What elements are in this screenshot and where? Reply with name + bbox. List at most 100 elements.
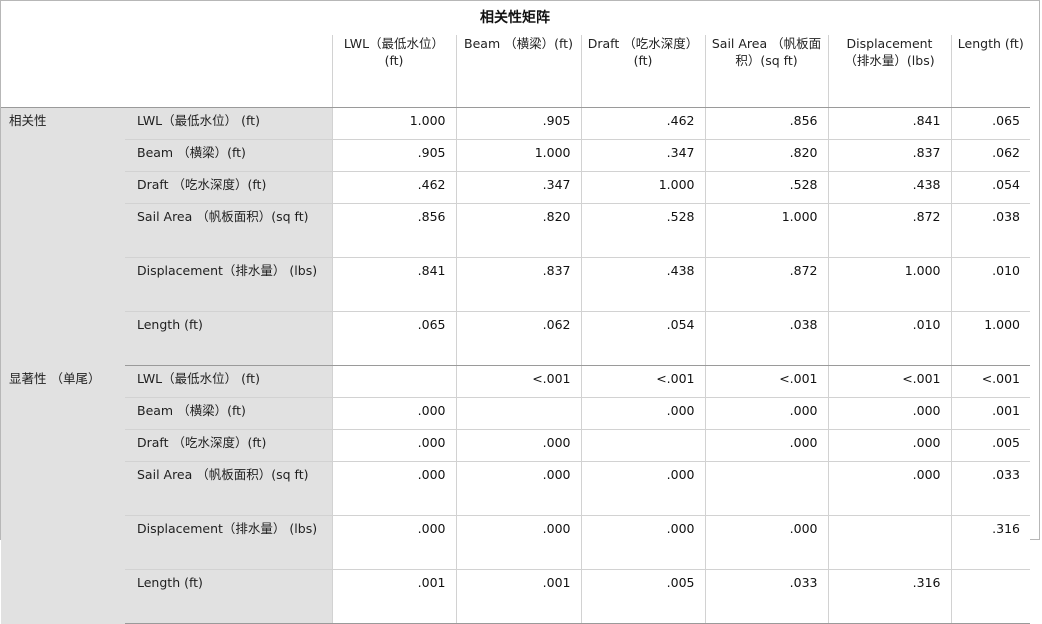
table-cell: [580, 429, 705, 462]
table-cell: .065: [331, 311, 456, 366]
row-label: Draft （吃水深度）(ft): [125, 429, 332, 462]
table-row: Displacement（排水量） (lbs) .000 .000 .000 .…: [1, 515, 1030, 570]
table-row: 显著性 （单尾） LWL（最低水位） (ft) <.001 <.001 <.00…: [1, 365, 1030, 624]
table-frame: 相关性矩阵 LWL（最低水位）(ft) Beam （横梁）(ft) Draft …: [0, 0, 1040, 624]
table-cell: .856: [331, 203, 456, 258]
table-cell: <.001: [704, 365, 828, 398]
table-cell: .000: [704, 429, 828, 462]
table-row: Draft （吃水深度）(ft) .000 .000 .000 .000 .00…: [1, 429, 1030, 462]
table-cell: .010: [827, 311, 951, 366]
table-row: Displacement（排水量） (lbs) .841 .837 .438 .…: [1, 257, 1030, 312]
table-cell: .000: [827, 461, 951, 516]
section-label-significance: 显著性 （单尾）: [1, 365, 125, 624]
table-cell: .000: [455, 515, 581, 570]
row-label: LWL（最低水位） (ft): [125, 107, 332, 140]
table-cell: <.001: [455, 365, 581, 398]
row-label: Displacement（排水量） (lbs): [125, 515, 332, 570]
column-header: Sail Area （帆板面积）(sq ft): [704, 35, 828, 108]
table-cell: .001: [455, 569, 581, 624]
table-cell: 1.000: [827, 257, 951, 312]
table-cell: .316: [950, 515, 1030, 570]
table-cell: .820: [704, 139, 828, 172]
table-cell: .872: [827, 203, 951, 258]
table-row: Length (ft) .001 .001 .005 .033 .316: [1, 569, 1030, 624]
column-header: Displacement（排水量）(lbs): [827, 35, 951, 108]
table-cell: .000: [827, 397, 951, 430]
row-label: LWL（最低水位） (ft): [125, 365, 332, 398]
table-cell: .820: [455, 203, 581, 258]
header-corner-label: [125, 35, 332, 108]
table-cell: .528: [580, 203, 705, 258]
row-label: Beam （横梁）(ft): [125, 139, 332, 172]
table-cell: .062: [950, 139, 1030, 172]
table-row: Length (ft) .065 .062 .054 .038 .010 1.0…: [1, 311, 1030, 366]
table-cell: .054: [580, 311, 705, 366]
table-cell: .905: [331, 139, 456, 172]
table-cell: .033: [704, 569, 828, 624]
table-cell: .038: [704, 311, 828, 366]
table-cell: .856: [704, 107, 828, 140]
table-title: 相关性矩阵: [480, 10, 550, 26]
row-label: Sail Area （帆板面积）(sq ft): [125, 461, 332, 516]
table-cell: .905: [455, 107, 581, 140]
row-label: Length (ft): [125, 311, 332, 366]
table-cell: .872: [704, 257, 828, 312]
table-cell: .347: [580, 139, 705, 172]
row-label: Length (ft): [125, 569, 332, 624]
table-cell: .462: [580, 107, 705, 140]
table-cell: [331, 365, 456, 398]
column-header: Length (ft): [950, 35, 1030, 108]
row-label: Displacement（排水量） (lbs): [125, 257, 332, 312]
table-cell: [455, 397, 581, 430]
table-cell: <.001: [950, 365, 1030, 398]
table-row: Beam （横梁）(ft) .905 1.000 .347 .820 .837 …: [1, 139, 1030, 172]
table-cell: .462: [331, 171, 456, 204]
table-row: Sail Area （帆板面积）(sq ft) .000 .000 .000 .…: [1, 461, 1030, 516]
table-cell: .000: [331, 429, 456, 462]
table-cell: .837: [455, 257, 581, 312]
table-row: Draft （吃水深度）(ft) .462 .347 1.000 .528 .4…: [1, 171, 1030, 204]
table-cell: .000: [455, 429, 581, 462]
table-cell: 1.000: [331, 107, 456, 140]
table-cell: .005: [580, 569, 705, 624]
table-cell: .000: [331, 515, 456, 570]
table-cell: <.001: [827, 365, 951, 398]
table-cell: 1.000: [455, 139, 581, 172]
row-label: Sail Area （帆板面积）(sq ft): [125, 203, 332, 258]
table-cell: .001: [950, 397, 1030, 430]
table-cell: .038: [950, 203, 1030, 258]
table-cell: 1.000: [704, 203, 828, 258]
table-cell: <.001: [580, 365, 705, 398]
table-cell: 1.000: [580, 171, 705, 204]
table-cell: .000: [827, 429, 951, 462]
column-header: Beam （横梁）(ft): [455, 35, 581, 108]
correlation-matrix-table: LWL（最低水位）(ft) Beam （横梁）(ft) Draft （吃水深度）…: [1, 35, 1030, 624]
table-cell: .065: [950, 107, 1030, 140]
table-cell: .000: [704, 397, 828, 430]
table-cell: .062: [455, 311, 581, 366]
table-cell: .010: [950, 257, 1030, 312]
table-cell: [827, 515, 951, 570]
table-cell: .000: [704, 515, 828, 570]
table-cell: .837: [827, 139, 951, 172]
table-cell: .000: [580, 515, 705, 570]
table-cell: .033: [950, 461, 1030, 516]
column-header: LWL（最低水位）(ft): [331, 35, 456, 108]
section-label-correlation: 相关性: [1, 107, 125, 366]
table-cell: .000: [331, 461, 456, 516]
column-header: Draft （吃水深度）(ft): [580, 35, 705, 108]
table-cell: .528: [704, 171, 828, 204]
table-cell: [704, 461, 828, 516]
table-row: Beam （横梁）(ft) .000 .000 .000 .000 .001: [1, 397, 1030, 430]
table-cell: .000: [455, 461, 581, 516]
table-cell: .000: [331, 397, 456, 430]
table-row: Sail Area （帆板面积）(sq ft) .856 .820 .528 1…: [1, 203, 1030, 258]
table-cell: .438: [580, 257, 705, 312]
table-cell: .841: [827, 107, 951, 140]
row-label: Draft （吃水深度）(ft): [125, 171, 332, 204]
table-cell: .005: [950, 429, 1030, 462]
table-cell: .438: [827, 171, 951, 204]
table-cell: [950, 569, 1030, 624]
table-row: 相关性 LWL（最低水位） (ft) 1.000 .905 .462 .856 …: [1, 107, 1030, 366]
table-cell: .000: [580, 397, 705, 430]
